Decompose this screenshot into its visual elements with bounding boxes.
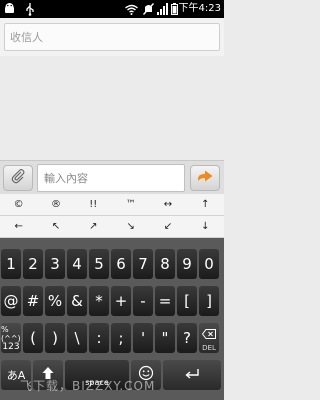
enter-key[interactable]: [163, 360, 221, 390]
key-at[interactable]: @: [1, 286, 21, 316]
delete-key-label: DEL: [202, 343, 216, 352]
key-hash[interactable]: #: [23, 286, 43, 316]
message-list: [0, 56, 224, 160]
status-bar: 下午4:23: [0, 0, 224, 18]
usb-icon: [24, 2, 36, 16]
key-copyright[interactable]: ©: [0, 194, 37, 216]
key-backslash[interactable]: \: [67, 323, 87, 353]
symbol-row-2: ← ↖ ↗ ↘ ↙ ↓: [0, 216, 224, 238]
wifi-icon: [124, 2, 138, 16]
enter-icon: [184, 366, 200, 384]
symbol-row-3: @ # % & * + - = [ ]: [1, 286, 219, 316]
symbol-row-1: © ® !! ™ ↔ ↑: [0, 194, 224, 216]
send-arrow-icon: [196, 169, 214, 188]
mode-key-bottom: 123: [2, 341, 20, 352]
key-registered[interactable]: ®: [37, 194, 74, 216]
key-down-arrow[interactable]: ↓: [187, 216, 224, 238]
key-right-paren[interactable]: ): [45, 323, 65, 353]
key-4[interactable]: 4: [67, 249, 87, 279]
key-5[interactable]: 5: [89, 249, 109, 279]
key-left-right-arrow[interactable]: ↔: [149, 194, 186, 216]
key-9[interactable]: 9: [177, 249, 197, 279]
key-left-arrow[interactable]: ←: [0, 216, 37, 238]
key-colon[interactable]: :: [89, 323, 109, 353]
key-1[interactable]: 1: [1, 249, 21, 279]
key-2[interactable]: 2: [23, 249, 43, 279]
key-asterisk[interactable]: *: [89, 286, 109, 316]
mode-key-top: %(^^): [1, 324, 21, 343]
silent-icon: [142, 2, 154, 16]
key-left-paren[interactable]: (: [23, 323, 43, 353]
number-row: 1 2 3 4 5 6 7 8 9 0: [1, 249, 219, 279]
key-3[interactable]: 3: [45, 249, 65, 279]
battery-icon: [170, 2, 178, 16]
key-minus[interactable]: -: [133, 286, 153, 316]
key-quote[interactable]: ": [155, 323, 175, 353]
key-down-left-arrow[interactable]: ↙: [149, 216, 186, 238]
compose-bar: [0, 160, 224, 194]
key-question[interactable]: ?: [177, 323, 197, 353]
key-percent[interactable]: %: [45, 286, 65, 316]
shift-up-icon: [41, 366, 55, 384]
key-plus[interactable]: +: [111, 286, 131, 316]
key-down-right-arrow[interactable]: ↘: [112, 216, 149, 238]
android-icon: [3, 2, 15, 16]
key-semicolon[interactable]: ;: [111, 323, 131, 353]
status-time: 下午4:23: [178, 3, 221, 14]
key-up-arrow[interactable]: ↑: [187, 194, 224, 216]
key-trademark[interactable]: ™: [112, 194, 149, 216]
mode-switch-key[interactable]: %(^^) 123: [1, 323, 21, 353]
key-apostrophe[interactable]: ': [133, 323, 153, 353]
keyboard: © ® !! ™ ↔ ↑ ← ↖ ↗ ↘ ↙ ↓ 1 2 3 4 5 6 7 8…: [0, 194, 224, 400]
key-left-bracket[interactable]: [: [177, 286, 197, 316]
recipient-input[interactable]: [4, 23, 220, 51]
key-equals[interactable]: =: [155, 286, 175, 316]
key-up-right-arrow[interactable]: ↗: [75, 216, 112, 238]
key-right-bracket[interactable]: ]: [199, 286, 219, 316]
key-double-exclaim[interactable]: !!: [75, 194, 112, 216]
backspace-icon: [201, 325, 216, 343]
signal-icon: [156, 2, 168, 16]
key-up-left-arrow[interactable]: ↖: [37, 216, 74, 238]
symbol-row-4: %(^^) 123 ( ) \ : ; ' " ? DEL: [1, 323, 219, 353]
emoji-key[interactable]: [131, 360, 161, 390]
key-6[interactable]: 6: [111, 249, 131, 279]
paperclip-icon: [10, 168, 26, 188]
smiley-icon: [138, 365, 154, 385]
language-key[interactable]: あA: [1, 360, 31, 390]
delete-key[interactable]: DEL: [199, 323, 219, 353]
shift-key[interactable]: [33, 360, 63, 390]
recipient-area: [0, 18, 224, 56]
bottom-row: あA space: [1, 360, 221, 390]
key-7[interactable]: 7: [133, 249, 153, 279]
space-key[interactable]: space: [65, 360, 129, 390]
key-ampersand[interactable]: &: [67, 286, 87, 316]
key-8[interactable]: 8: [155, 249, 175, 279]
key-0[interactable]: 0: [199, 249, 219, 279]
message-input[interactable]: [37, 164, 185, 192]
attach-button[interactable]: [3, 165, 33, 191]
space-key-label: space: [85, 378, 109, 387]
send-button[interactable]: [190, 165, 220, 191]
